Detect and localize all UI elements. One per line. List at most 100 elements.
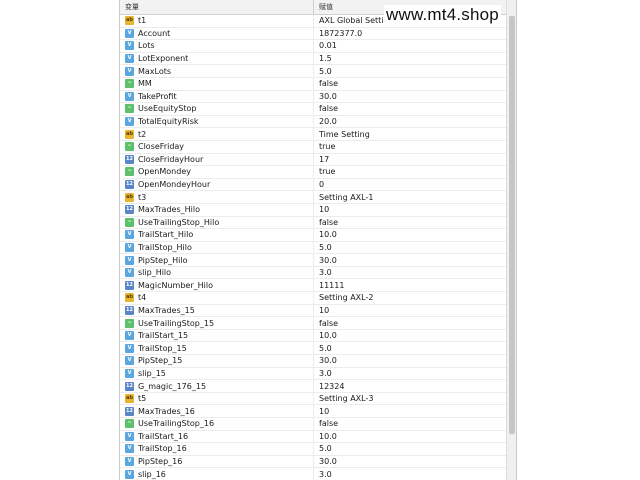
- table-row[interactable]: 12 OpenMondeyHour 0: [120, 178, 506, 192]
- parameter-name: slip_Hilo: [138, 268, 172, 278]
- parameter-name: LotExponent: [138, 54, 189, 64]
- parameter-value-cell[interactable]: 0: [314, 179, 506, 191]
- parameter-value-cell[interactable]: false: [314, 103, 506, 115]
- parameter-value-cell[interactable]: 10: [314, 305, 506, 317]
- parameter-value-cell[interactable]: 10.0: [314, 431, 506, 443]
- parameter-value-cell[interactable]: Setting AXL-3: [314, 393, 506, 405]
- table-row[interactable]: V TrailStop_Hilo 5.0: [120, 241, 506, 255]
- double-type-icon: V: [125, 444, 134, 454]
- table-row[interactable]: 12 CloseFridayHour 17: [120, 153, 506, 167]
- parameter-value-cell[interactable]: false: [314, 317, 506, 329]
- table-row[interactable]: V LotExponent 1.5: [120, 52, 506, 66]
- parameter-name-cell: V LotExponent: [120, 52, 314, 65]
- table-row[interactable]: V PipStep_Hilo 30.0: [120, 254, 506, 267]
- parameter-value-cell[interactable]: 0.01: [314, 40, 506, 52]
- parameter-value: 30.0: [319, 356, 337, 366]
- parameter-value-cell[interactable]: 10.0: [314, 229, 506, 241]
- parameter-value-cell[interactable]: 1872377.0: [314, 28, 506, 40]
- table-row[interactable]: V TrailStart_16 10.0: [120, 430, 506, 444]
- parameter-value-cell[interactable]: 5.0: [314, 65, 506, 77]
- parameter-value-cell[interactable]: 10.0: [314, 330, 506, 342]
- table-row[interactable]: V TrailStart_Hilo 10.0: [120, 229, 506, 242]
- table-row[interactable]: V Account 1872377.0: [120, 27, 506, 41]
- table-row[interactable]: ~ CloseFriday true: [120, 140, 506, 154]
- parameter-value-cell[interactable]: 10: [314, 405, 506, 417]
- parameter-value-cell[interactable]: false: [314, 418, 506, 430]
- parameter-value-cell[interactable]: 3.0: [314, 368, 506, 380]
- table-row[interactable]: ~ OpenMondey true: [120, 166, 506, 179]
- table-row[interactable]: V Lots 0.01: [120, 40, 506, 53]
- table-row[interactable]: ~ UseTrailingStop_16 false: [120, 418, 506, 431]
- table-row[interactable]: Vslip_15 3.0: [120, 367, 506, 381]
- table-row[interactable]: 12 G_magic_176_15 12324: [120, 380, 506, 393]
- column-header-variable[interactable]: 变量: [120, 0, 314, 14]
- string-type-icon: ab: [125, 192, 134, 202]
- table-row[interactable]: 12 MaxTrades_Hilo 10: [120, 203, 506, 217]
- table-row[interactable]: V PipStep_16 30.0: [120, 455, 506, 469]
- double-type-icon: V: [125, 242, 134, 252]
- table-row[interactable]: V TrailStart_15 10.0: [120, 329, 506, 343]
- parameter-name: TrailStart_16: [138, 431, 189, 441]
- parameter-name: MaxTrades_Hilo: [138, 205, 200, 215]
- parameter-value-cell[interactable]: Setting AXL-1: [314, 191, 506, 203]
- parameter-name: Account: [138, 28, 171, 38]
- parameter-name: t5: [138, 394, 147, 404]
- table-row[interactable]: ab t5 Setting AXL-3: [120, 392, 506, 406]
- parameter-value-cell[interactable]: 30.0: [314, 456, 506, 468]
- parameter-value-cell[interactable]: 30.0: [314, 91, 506, 103]
- scrollbar-thumb[interactable]: [509, 16, 515, 434]
- parameter-value-cell[interactable]: 30.0: [314, 355, 506, 367]
- table-row[interactable]: V TakeProfit 30.0: [120, 90, 506, 104]
- table-row[interactable]: V TrailStop_15 5.0: [120, 342, 506, 356]
- table-row[interactable]: ~ MM false: [120, 77, 506, 91]
- parameter-value: 5.0: [319, 66, 332, 76]
- table-row[interactable]: ~ UseTrailingStop_Hilo false: [120, 216, 506, 230]
- parameter-value-cell[interactable]: 3.0: [314, 468, 506, 480]
- parameter-value-cell[interactable]: 30.0: [314, 254, 506, 266]
- table-row[interactable]: 12 MaxTrades_15 10: [120, 304, 506, 318]
- parameter-name-cell: ab t4: [120, 292, 314, 304]
- parameter-name: MaxTrades_16: [138, 406, 195, 416]
- parameter-value-cell[interactable]: 17: [314, 154, 506, 166]
- table-row[interactable]: 12 MagicNumber_Hilo 11111: [120, 279, 506, 293]
- parameter-value-cell[interactable]: 5.0: [314, 443, 506, 455]
- parameter-value-cell[interactable]: 5.0: [314, 242, 506, 254]
- parameter-name: t1: [138, 16, 147, 26]
- table-row[interactable]: V TotalEquityRisk 20.0: [120, 115, 506, 129]
- table-row[interactable]: ab t3 Setting AXL-1: [120, 191, 506, 204]
- table-row[interactable]: ab t2 Time Setting: [120, 128, 506, 141]
- parameter-name-cell: V TrailStop_15: [120, 342, 314, 355]
- table-row[interactable]: 12 MaxTrades_16 10: [120, 405, 506, 418]
- parameter-value-cell[interactable]: false: [314, 78, 506, 90]
- table-row[interactable]: Vslip_16 3.0: [120, 468, 506, 480]
- parameter-value-cell[interactable]: 11111: [314, 279, 506, 291]
- vertical-scrollbar[interactable]: [506, 0, 516, 480]
- table-row[interactable]: ab t4 Setting AXL-2: [120, 292, 506, 305]
- parameter-value-cell[interactable]: 12324: [314, 380, 506, 392]
- table-row[interactable]: V TrailStop_16 5.0: [120, 443, 506, 456]
- parameter-value: AXL Global Setting: [319, 16, 394, 26]
- parameter-value-cell[interactable]: Time Setting: [314, 128, 506, 140]
- table-row[interactable]: V PipStep_15 30.0: [120, 355, 506, 368]
- parameter-value-cell[interactable]: 3.0: [314, 267, 506, 279]
- parameter-value-cell[interactable]: false: [314, 217, 506, 229]
- parameter-value-cell[interactable]: 10: [314, 204, 506, 216]
- parameter-value-cell[interactable]: 1.5: [314, 53, 506, 65]
- table-row[interactable]: V MaxLots 5.0: [120, 65, 506, 78]
- parameter-value-cell[interactable]: true: [314, 166, 506, 178]
- parameter-value: 11111: [319, 280, 345, 290]
- parameter-name: MagicNumber_Hilo: [138, 280, 213, 290]
- parameter-value: 10.0: [319, 230, 337, 240]
- parameter-value-cell[interactable]: 20.0: [314, 116, 506, 128]
- table-row[interactable]: ~ UseEquityStop false: [120, 103, 506, 116]
- parameter-value-cell[interactable]: Setting AXL-2: [314, 292, 506, 304]
- parameter-value: false: [319, 419, 339, 429]
- table-row[interactable]: ~ UseTrailingStop_15 false: [120, 317, 506, 330]
- table-row[interactable]: Vslip_Hilo 3.0: [120, 266, 506, 280]
- parameter-value-cell[interactable]: true: [314, 141, 506, 153]
- parameter-value: 20.0: [319, 117, 337, 127]
- parameter-value-cell[interactable]: 5.0: [314, 342, 506, 354]
- parameter-name: TrailStart_Hilo: [138, 230, 194, 240]
- parameter-value: 5.0: [319, 444, 332, 454]
- integer-type-icon: 12: [125, 154, 134, 164]
